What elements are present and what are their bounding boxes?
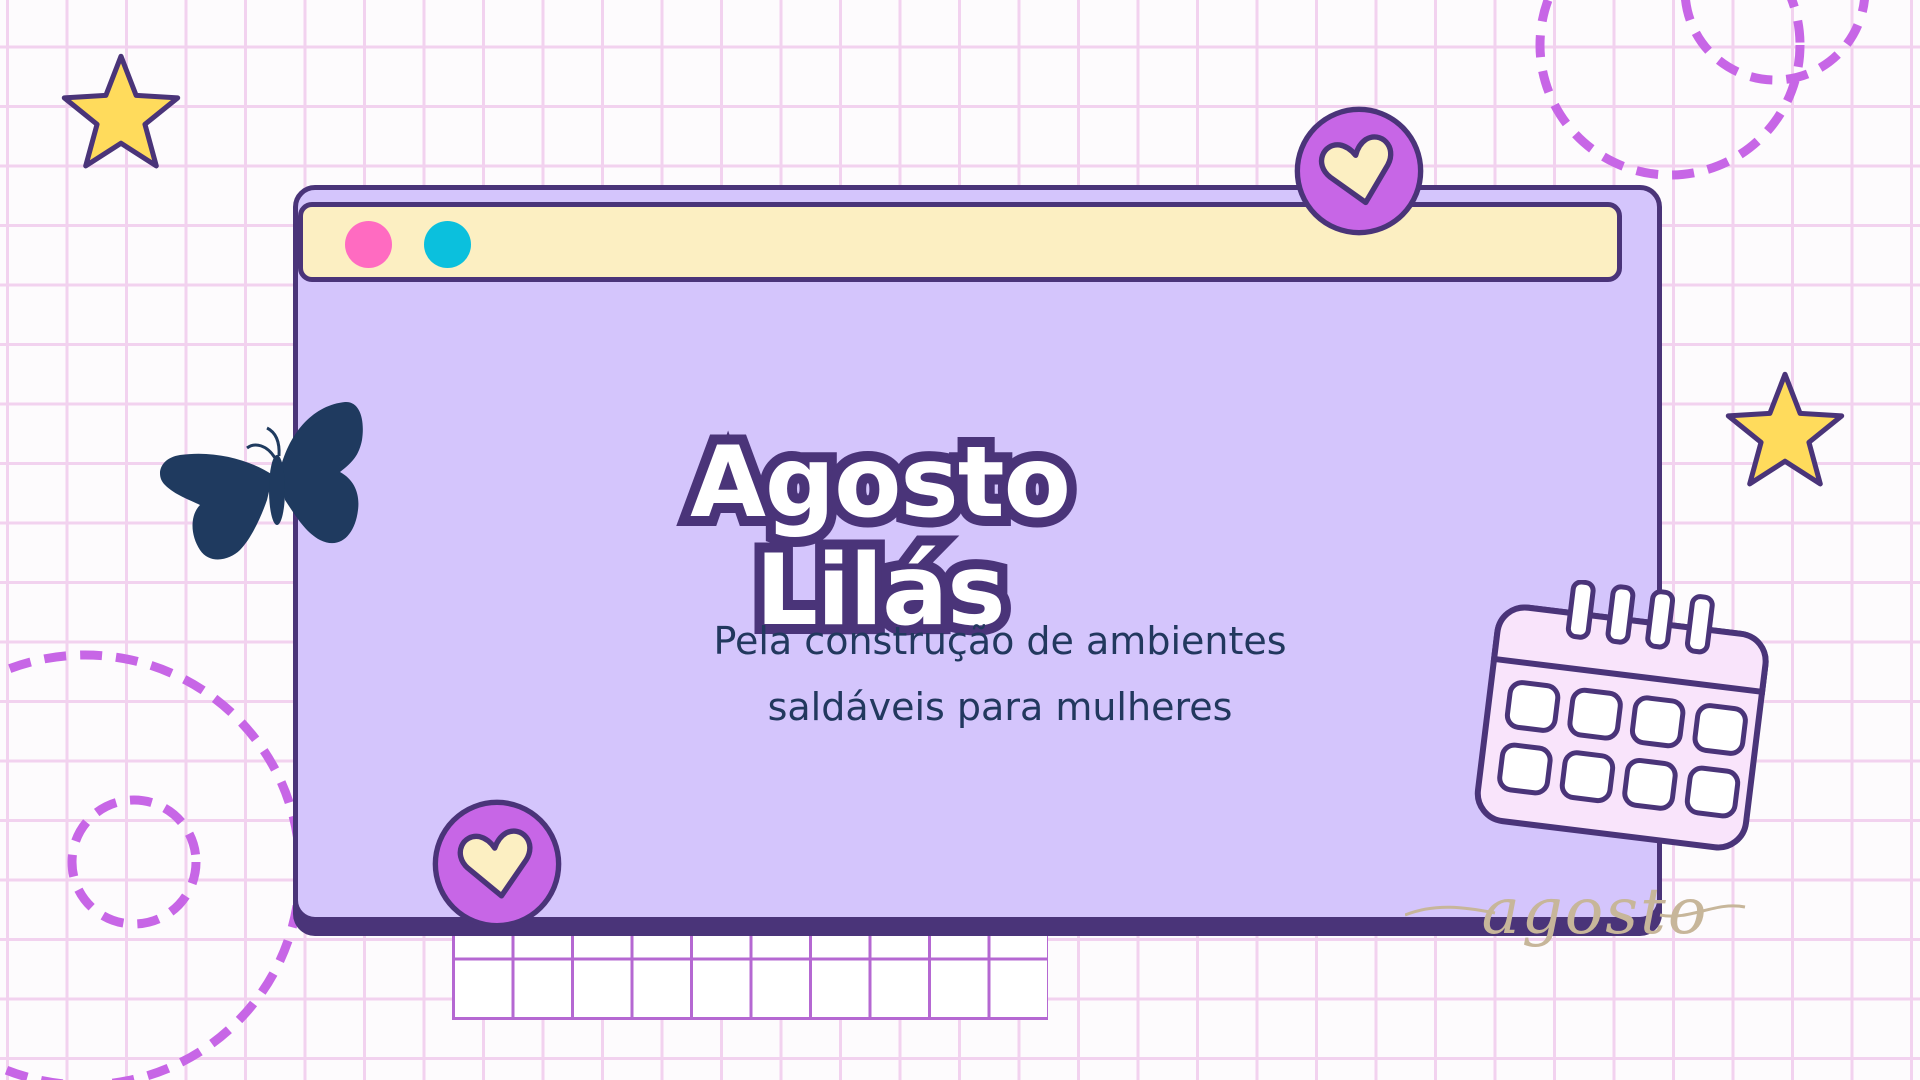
dashed-circle-bottom-left-small (67, 795, 201, 929)
dashed-circle-top-right-small (1681, 0, 1869, 85)
slide-subtitle: Pela construção de ambientes saldáveis p… (640, 608, 1360, 740)
cyan-dot (424, 221, 471, 268)
heart-icon (432, 799, 562, 929)
slide-canvas: { "slide": { "title": "Agosto Lilás", "s… (0, 0, 1920, 1080)
star-icon (1725, 371, 1845, 487)
dashed-circle-top-right (1535, 0, 1805, 180)
subtitle-line-1: Pela construção de ambientes (713, 619, 1287, 663)
heart-icon (1294, 106, 1424, 236)
dashed-circle-bottom-left (0, 650, 305, 1080)
pink-dot (345, 221, 392, 268)
agosto-signature: agosto (1481, 875, 1709, 949)
calendar-icon (1474, 580, 1769, 851)
star-icon (61, 53, 181, 169)
subtitle-line-2: saldáveis para mulheres (767, 685, 1233, 729)
butterfly-icon (160, 401, 363, 560)
